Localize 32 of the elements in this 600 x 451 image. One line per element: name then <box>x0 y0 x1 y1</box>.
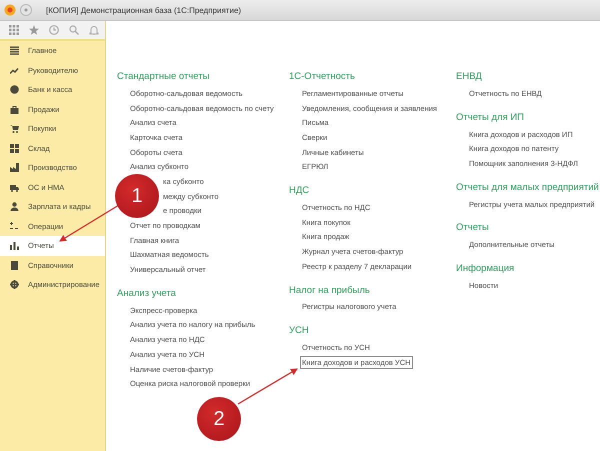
bar-chart-icon <box>10 241 19 250</box>
menu-icon[interactable] <box>20 4 32 16</box>
book-icon <box>10 260 19 270</box>
search-icon[interactable] <box>69 25 79 35</box>
section-heading: НДС <box>289 184 310 198</box>
apps-grid-icon[interactable] <box>9 25 19 35</box>
callout-badge: 2 <box>197 397 241 441</box>
person-icon <box>10 202 19 212</box>
bag-icon <box>10 104 19 114</box>
section-heading: Анализ учета <box>117 286 177 301</box>
cart-icon <box>10 124 19 134</box>
truck-icon <box>10 182 19 192</box>
window-title: [КОПИЯ] Демонстрационная база (1С:Предприятие) <box>46 6 242 14</box>
section-heading: ЕНВД <box>456 70 483 84</box>
section-heading: Налог на прибыль <box>289 284 371 298</box>
factory-icon <box>10 163 19 172</box>
star-icon[interactable] <box>29 25 39 35</box>
operations-icon <box>10 222 19 231</box>
section-heading: УСН <box>289 324 310 338</box>
section-heading: Отчеты для ИП <box>456 110 526 125</box>
section-heading: Стандартные отчеты <box>117 70 210 84</box>
bell-icon[interactable] <box>89 25 99 35</box>
section-heading: Информация <box>456 262 516 276</box>
history-icon[interactable] <box>49 25 59 35</box>
app-logo-icon[interactable] <box>4 4 16 16</box>
section-heading: Отчеты для малых предприятий <box>456 180 600 195</box>
grid-icon <box>10 144 19 153</box>
trend-icon <box>10 66 19 75</box>
list-icon <box>10 46 19 56</box>
section-heading: 1С-Отчетность <box>289 70 356 84</box>
section-heading: Отчеты <box>456 221 490 236</box>
callout-badge: 1 <box>115 174 159 218</box>
